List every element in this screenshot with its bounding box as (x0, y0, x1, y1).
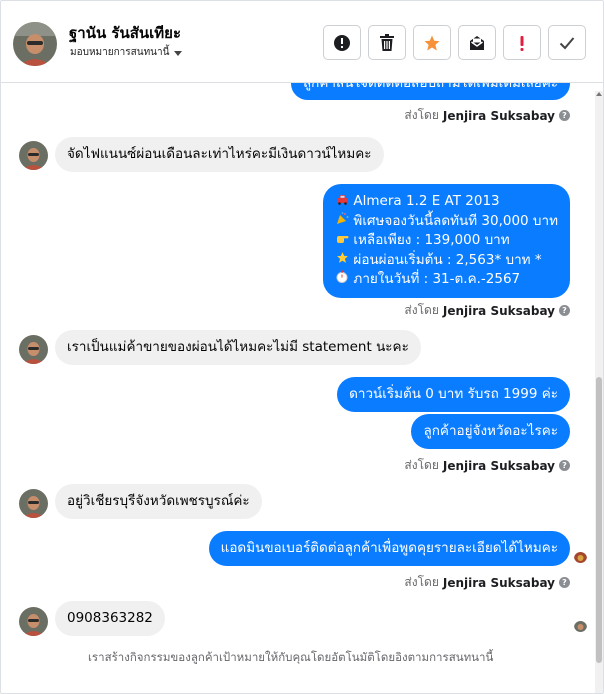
outgoing-message-partial[interactable]: ลูกค้าสนใจต์ติดต่อสอบถามได้เพิ่มเติมเลยค… (290, 83, 570, 100)
message-text: อยู่วิเชียรบุรีจังหวัดเพชรบูรณ์ค่ะ (67, 493, 250, 509)
star-icon (424, 35, 440, 50)
info-icon[interactable]: ? (559, 305, 570, 316)
contact-avatar-small (19, 607, 48, 636)
outgoing-message[interactable]: ลูกค้าอยู่จังหวัดอะไรคะ (411, 414, 570, 449)
incoming-message[interactable]: อยู่วิเชียรบุรีจังหวัดเพชรบูรณ์ค่ะ (55, 484, 262, 519)
contact-avatar-small (19, 489, 48, 518)
sent-by-label: ส่งโดย Jenjira Suksabay ? (404, 301, 570, 320)
message-text: ดาวน์เริ่มต้น 0 บาท รับรถ 1999 ค่ะ (349, 386, 558, 402)
promo-line: Almera 1.2 E AT 2013 (335, 192, 558, 212)
agent-name: Jenjira Suksabay (442, 108, 555, 123)
envelope-icon (470, 35, 484, 50)
assign-label: มอบหมายการสนทนานี้ (70, 47, 170, 58)
star-icon (335, 251, 349, 271)
promo-installment: ผ่อนผ่อนเริ่มต้น : 2,563* บาท * (353, 251, 542, 268)
contact-name: ฐานัน รันสันเทียะ (69, 24, 182, 42)
info-icon[interactable]: ? (559, 577, 570, 588)
alert-circle-icon (334, 34, 350, 51)
message-text: แอดมินขอเบอร์ติดต่อลูกค้าเพื่อพูดคุยรายล… (220, 540, 558, 556)
incoming-message[interactable]: เราเป็นแม่ค้าขายของผ่อนได้ไหมคะไม่มี sta… (55, 330, 421, 365)
promo-price: เหลือเพียง : 139,000 บาท (353, 232, 510, 248)
party-popper-icon (335, 211, 349, 232)
done-button[interactable] (548, 25, 586, 60)
scrollbar-thumb[interactable] (596, 377, 602, 663)
seen-avatar (574, 550, 587, 563)
message-text: จัดไฟแนนซ์ผ่อนเดือนละเท่าไหร่คะมีเงินดาว… (67, 146, 372, 162)
star-button[interactable] (413, 25, 451, 60)
incoming-message[interactable]: จัดไฟแนนซ์ผ่อนเดือนละเท่าไหร่คะมีเงินดาว… (55, 137, 384, 172)
seen-avatar (574, 619, 587, 632)
check-icon (559, 36, 575, 49)
sent-prefix: ส่งโดย (404, 575, 439, 589)
activity-note: เราสร้างกิจกรรมของลูกค้าเป้าหมายให้กับคุ… (88, 650, 494, 664)
scroll-up-arrow[interactable] (596, 92, 602, 96)
sent-prefix: ส่งโดย (404, 108, 439, 122)
message-text: เราเป็นแม่ค้าขายของผ่อนได้ไหมคะไม่มี sta… (67, 339, 409, 355)
message-text: 0908363282 (67, 610, 153, 626)
sent-by-label: ส่งโดย Jenjira Suksabay ? (404, 456, 570, 475)
assign-conversation-dropdown[interactable]: มอบหมายการสนทนานี้ (70, 45, 183, 60)
agent-name: Jenjira Suksabay (442, 575, 555, 590)
info-icon[interactable]: ? (559, 460, 570, 471)
contact-avatar-small (19, 335, 48, 364)
exclamation-icon (520, 35, 524, 51)
sent-by-label: ส่งโดย Jenjira Suksabay ? (404, 573, 570, 592)
promo-line: ผ่อนผ่อนเริ่มต้น : 2,563* บาท * (335, 251, 558, 271)
promo-line: ภายในวันที่ : 31-ต.ค.-2567 (335, 270, 558, 290)
sent-by-label: ส่งโดย Jenjira Suksabay ? (404, 106, 570, 125)
agent-name: Jenjira Suksabay (442, 458, 555, 473)
stopwatch-icon (335, 270, 349, 290)
action-toolbar (323, 25, 586, 60)
message-list: ลูกค้าสนใจต์ติดต่อสอบถามได้เพิ่มเติมเลยค… (1, 83, 603, 693)
sent-prefix: ส่งโดย (404, 303, 439, 317)
promo-model: Almera 1.2 E AT 2013 (353, 193, 500, 209)
promo-line: พิเศษจองวันนี้ลดทันที 30,000 บาท (335, 211, 558, 232)
car-icon (335, 192, 349, 212)
flag-button[interactable] (503, 25, 541, 60)
conversation-window: ฐานัน รันสันเทียะ มอบหมายการสนทนานี้ ลูก… (0, 0, 604, 694)
message-text: ลูกค้าอยู่จังหวัดอะไรคะ (423, 423, 558, 439)
outgoing-message[interactable]: แอดมินขอเบอร์ติดต่อลูกค้าเพื่อพูดคุยรายล… (208, 531, 570, 566)
chevron-down-icon (174, 50, 183, 56)
outgoing-promo-message[interactable]: Almera 1.2 E AT 2013 พิเศษจองวันนี้ลดทัน… (323, 184, 570, 298)
contact-avatar-small (19, 141, 48, 170)
promo-discount: พิเศษจองวันนี้ลดทันที 30,000 บาท (353, 212, 558, 229)
agent-name: Jenjira Suksabay (442, 303, 555, 318)
delete-button[interactable] (368, 25, 406, 60)
conversation-header: ฐานัน รันสันเทียะ มอบหมายการสนทนานี้ (1, 1, 603, 83)
message-text: ลูกค้าสนใจต์ติดต่อสอบถามได้เพิ่มเติมเลยค… (302, 83, 558, 91)
incoming-message[interactable]: 0908363282 (55, 601, 165, 636)
spam-button[interactable] (323, 25, 361, 60)
pointing-hand-icon (335, 231, 349, 251)
promo-deadline: ภายในวันที่ : 31-ต.ค.-2567 (353, 271, 521, 287)
trash-icon (380, 33, 394, 51)
outgoing-message[interactable]: ดาวน์เริ่มต้น 0 บาท รับรถ 1999 ค่ะ (337, 377, 570, 412)
promo-line: เหลือเพียง : 139,000 บาท (335, 231, 558, 251)
contact-avatar[interactable] (13, 22, 57, 66)
mark-unread-button[interactable] (458, 25, 496, 60)
info-icon[interactable]: ? (559, 110, 570, 121)
sent-prefix: ส่งโดย (404, 458, 439, 472)
